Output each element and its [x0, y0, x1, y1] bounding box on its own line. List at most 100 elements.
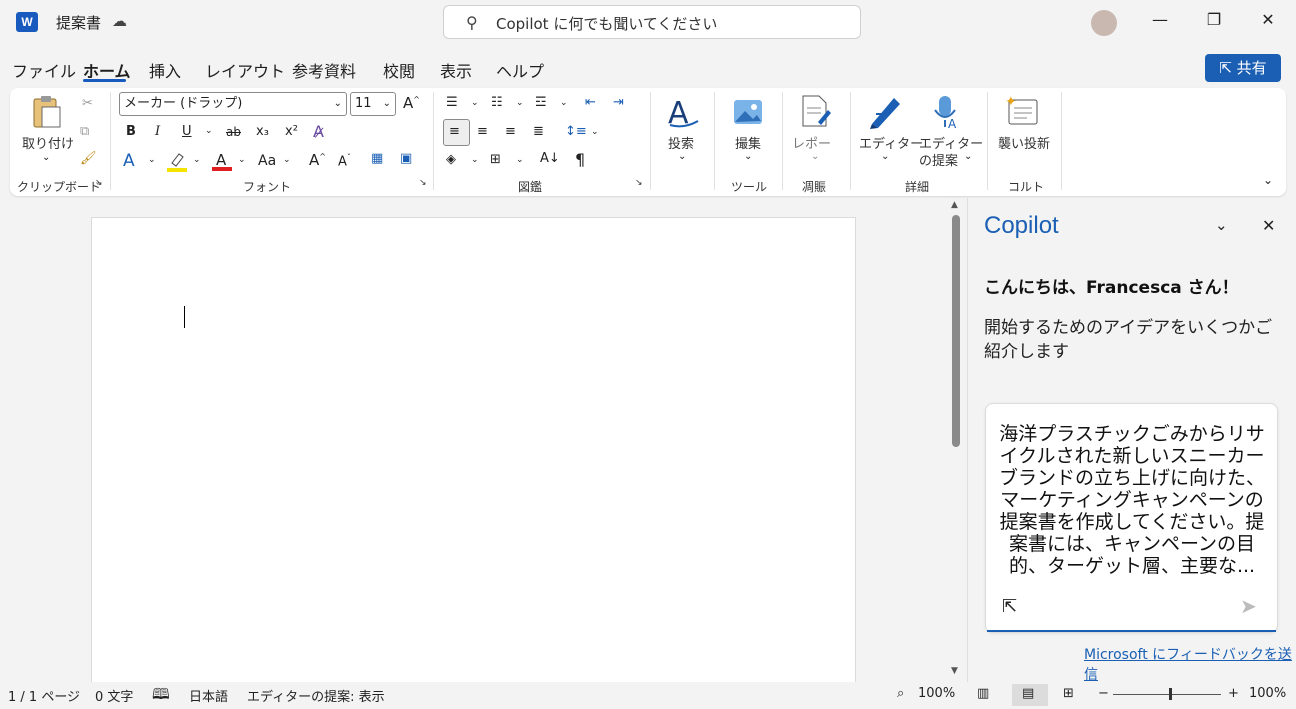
share-prompt-icon[interactable]: ⇱ — [1002, 596, 1017, 617]
scroll-down-icon[interactable]: ▼ — [951, 666, 958, 676]
document-page[interactable] — [91, 217, 856, 687]
chevron-down-icon[interactable]: ⌄ — [881, 151, 889, 162]
feedback-link[interactable]: Microsoft にフィードバックを送信 — [1084, 644, 1296, 684]
tab-help[interactable]: ヘルプ — [496, 58, 544, 82]
chevron-down-icon[interactable]: ⌄ — [516, 155, 524, 165]
subscript-button[interactable]: x₃ — [256, 124, 269, 139]
clipboard-launcher-icon[interactable]: ↘ — [95, 178, 103, 188]
chevron-down-icon[interactable]: ⌄ — [516, 98, 524, 108]
reuse-button[interactable]: レポー — [792, 133, 831, 152]
grow-font-alt-icon[interactable]: A^ — [309, 151, 326, 169]
phonetic-guide-icon[interactable]: ▦ — [371, 151, 383, 166]
restore-button[interactable]: ❐ — [1204, 10, 1224, 29]
document-edit-icon[interactable] — [800, 94, 832, 128]
font-launcher-icon[interactable]: ↘ — [419, 178, 427, 188]
chevron-down-icon[interactable]: ⌄ — [471, 155, 479, 165]
chevron-down-icon[interactable]: ⌄ — [238, 155, 246, 165]
chevron-down-icon[interactable]: ⌄ — [744, 151, 752, 162]
font-name-select[interactable]: メーカー (ドラップ) ⌄ — [119, 92, 347, 116]
styles-button[interactable]: 投索 — [668, 133, 694, 152]
tab-file[interactable]: ファイル — [12, 58, 76, 82]
strikethrough-button[interactable]: ab — [226, 125, 241, 139]
ribbon-collapse-chevron-icon[interactable]: ⌄ — [1263, 173, 1273, 187]
align-right-icon[interactable]: ≡ — [505, 124, 516, 139]
status-word-count[interactable]: 0 文字 — [95, 686, 133, 705]
line-spacing-icon[interactable]: ↕≡ — [565, 124, 587, 139]
tab-insert[interactable]: 挿入 — [149, 58, 181, 82]
show-marks-button[interactable]: ¶ — [575, 150, 585, 169]
tab-layout[interactable]: レイアウト — [205, 58, 285, 82]
editor-button[interactable]: エディター — [859, 133, 923, 152]
bold-button[interactable]: B — [126, 124, 136, 139]
chevron-down-icon[interactable]: ⌄ — [964, 151, 972, 162]
minimize-button[interactable]: — — [1150, 10, 1170, 29]
status-editor-suggestions[interactable]: エディターの提案: 表示 — [247, 686, 385, 705]
share-button[interactable]: ⇱ 共有 — [1205, 54, 1281, 82]
chevron-down-icon[interactable]: ⌄ — [283, 155, 291, 165]
highlight-icon[interactable] — [167, 151, 187, 173]
microphone-icon[interactable]: A — [930, 94, 962, 131]
zoom-in-button[interactable]: + — [1228, 686, 1239, 701]
font-color-icon[interactable]: A — [212, 150, 232, 172]
editing-button[interactable]: 撮集 — [735, 133, 761, 152]
read-mode-icon[interactable]: ▥ — [977, 686, 989, 701]
tab-view[interactable]: 表示 — [440, 58, 472, 82]
tab-references[interactable]: 参考資料 — [292, 58, 356, 82]
chevron-down-icon[interactable]: ⌄ — [193, 155, 201, 165]
status-language[interactable]: 日本語 — [189, 686, 228, 705]
paste-icon[interactable] — [30, 95, 62, 129]
copilot-close-icon[interactable]: ✕ — [1262, 216, 1275, 235]
copilot-options-chevron-icon[interactable]: ⌄ — [1215, 216, 1228, 234]
borders-icon[interactable]: ⊞ — [490, 152, 501, 167]
font-size-select[interactable]: 11 ⌄ — [350, 92, 396, 116]
copilot-search-box[interactable]: ⚲ Copilot に何でも聞いてください — [443, 5, 861, 39]
vertical-scrollbar[interactable] — [952, 215, 960, 447]
read-aloud-icon[interactable]: 🕮 — [152, 684, 170, 709]
tab-review[interactable]: 校閲 — [383, 58, 415, 82]
send-icon[interactable]: ➤ — [1240, 594, 1257, 618]
chevron-down-icon[interactable]: ⌄ — [591, 127, 599, 137]
format-painter-icon[interactable]: 🖌 — [80, 151, 97, 166]
enclose-characters-icon[interactable]: ▣ — [400, 151, 412, 166]
addin-icon[interactable]: ✦ — [1005, 94, 1041, 126]
paste-button[interactable]: 取り付け — [22, 133, 74, 152]
sort-icon[interactable]: A↓ — [540, 151, 560, 166]
italic-button[interactable]: I — [155, 124, 160, 139]
chevron-down-icon[interactable]: ⌄ — [148, 155, 156, 165]
document-title[interactable]: 提案書 — [56, 12, 101, 33]
editor-pen-icon[interactable] — [868, 94, 904, 130]
change-case-button[interactable]: Aa — [258, 153, 276, 169]
text-effects-icon[interactable]: A — [123, 151, 135, 171]
image-icon[interactable] — [733, 97, 763, 127]
zoom-out-button[interactable]: − — [1098, 686, 1109, 701]
justify-icon[interactable]: ≣ — [533, 124, 544, 139]
scroll-up-icon[interactable]: ▲ — [951, 200, 958, 210]
superscript-button[interactable]: x² — [285, 124, 298, 139]
chevron-down-icon[interactable]: ⌄ — [560, 98, 568, 108]
paste-chevron-icon[interactable]: ⌄ — [42, 152, 50, 163]
close-window-button[interactable]: ✕ — [1258, 10, 1278, 29]
addin-button[interactable]: 襲い投新 — [998, 133, 1050, 152]
shrink-font-icon[interactable]: Aˇ — [338, 153, 351, 169]
increase-indent-icon[interactable]: ⇥ — [613, 95, 624, 110]
status-page-count[interactable]: 1 / 1 ページ — [8, 686, 80, 705]
cut-icon[interactable]: ✂ — [82, 96, 93, 111]
underline-button[interactable]: U — [182, 124, 192, 139]
chevron-down-icon[interactable]: ⌄ — [678, 151, 686, 162]
chevron-down-icon[interactable]: ⌄ — [811, 151, 819, 162]
bullets-icon[interactable]: ☰ — [446, 95, 458, 110]
clear-formatting-icon[interactable]: A̷ — [313, 122, 324, 141]
avatar[interactable] — [1091, 10, 1117, 36]
underline-chevron-icon[interactable]: ⌄ — [205, 126, 213, 136]
zoom-slider-thumb[interactable] — [1169, 688, 1172, 700]
zoom-slider-track[interactable] — [1113, 694, 1221, 695]
shading-icon[interactable]: ◈ — [446, 152, 456, 167]
status-focus-zoom[interactable]: 100% — [918, 686, 955, 701]
status-zoom-level[interactable]: 100% — [1249, 686, 1286, 701]
cloud-save-icon[interactable]: ☁ — [112, 12, 127, 30]
web-layout-icon[interactable]: ⊞ — [1063, 686, 1074, 701]
chevron-down-icon[interactable]: ⌄ — [471, 98, 479, 108]
multilevel-list-icon[interactable]: ☲ — [535, 95, 547, 110]
paragraph-launcher-icon[interactable]: ↘ — [635, 178, 643, 188]
focus-icon[interactable]: ⌕ — [897, 686, 904, 701]
